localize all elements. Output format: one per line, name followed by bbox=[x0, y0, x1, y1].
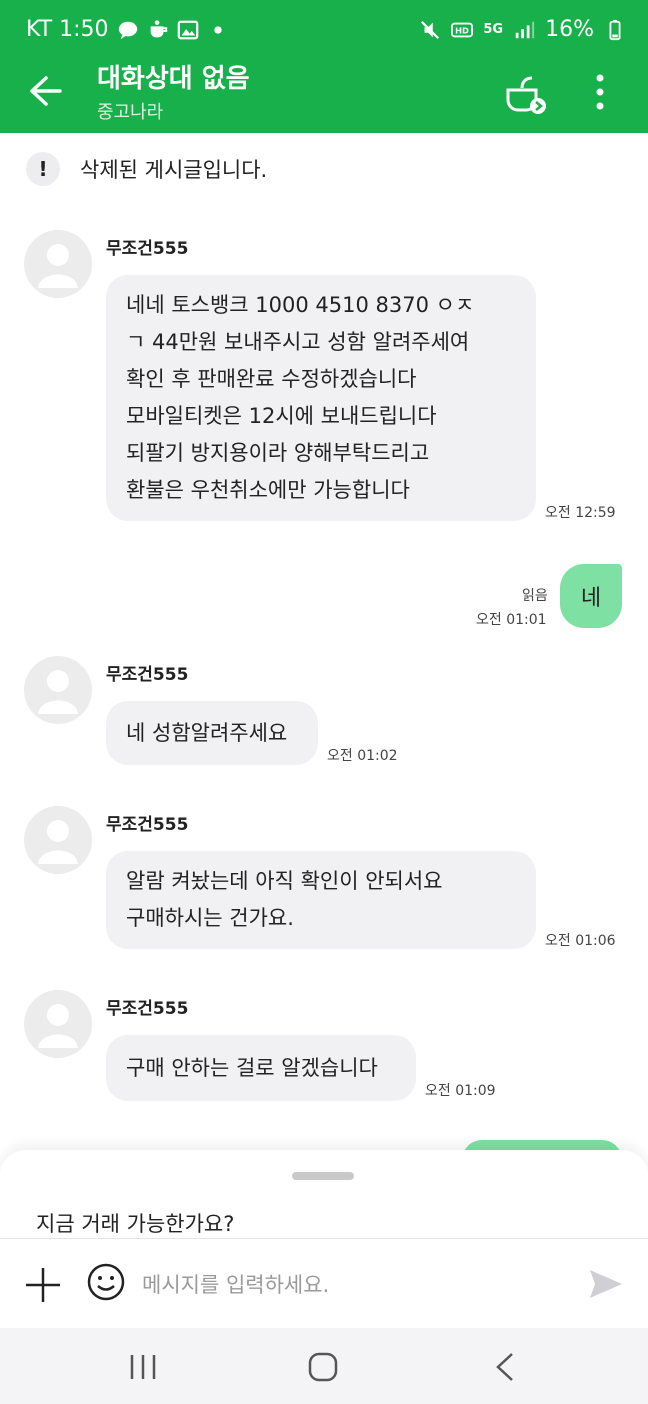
status-time: KT 1:50 bbox=[26, 17, 109, 42]
message-bubble[interactable]: 네 성함알려주세요 bbox=[106, 701, 318, 765]
sheet-drag-handle[interactable] bbox=[292, 1172, 354, 1180]
avatar[interactable] bbox=[24, 806, 92, 874]
back-arrow-icon[interactable] bbox=[26, 72, 64, 110]
message-input[interactable] bbox=[140, 1266, 564, 1304]
system-nav-bar bbox=[0, 1328, 648, 1404]
sender-name: 무조건555 bbox=[106, 815, 189, 835]
deleted-post-notice: ! 삭제된 게시글입니다. bbox=[26, 152, 267, 186]
network-type: 5G bbox=[483, 22, 504, 37]
send-icon[interactable] bbox=[586, 1264, 626, 1304]
person-icon bbox=[38, 1004, 78, 1048]
mute-icon bbox=[421, 20, 440, 39]
chat-subtitle: 중고나라 bbox=[97, 102, 164, 123]
message-time: 오전 12:59 bbox=[545, 505, 616, 521]
exclamation-icon: ! bbox=[26, 152, 60, 186]
message-time: 오전 01:06 bbox=[545, 933, 616, 949]
plus-icon[interactable] bbox=[24, 1266, 62, 1304]
signal-icon bbox=[515, 21, 535, 38]
message-bubble[interactable]: 네네 토스뱅크 1000 4510 8370 ㅇㅈ ㄱ 44만원 보내주시고 성… bbox=[106, 275, 536, 521]
message-time: 오전 01:09 bbox=[425, 1083, 496, 1099]
status-left: KT 1:50 bbox=[26, 17, 229, 42]
cup-notification-icon bbox=[150, 19, 167, 37]
my-message-bubble[interactable]: 네 bbox=[560, 564, 622, 628]
sender-name: 무조건555 bbox=[106, 665, 189, 685]
svg-text:HD: HD bbox=[455, 25, 469, 35]
message-input-row bbox=[0, 1240, 648, 1326]
person-icon bbox=[38, 670, 78, 714]
notice-text: 삭제된 게시글입니다. bbox=[80, 158, 268, 182]
message-bubble[interactable]: 구매 안하는 걸로 알겠습니다 bbox=[106, 1035, 416, 1101]
person-icon bbox=[38, 244, 78, 288]
battery-icon bbox=[609, 19, 621, 40]
app-header-bar: KT 1:50 HD 5G 16% 대화상대 없음 중고나라 bbox=[0, 0, 648, 133]
home-icon[interactable] bbox=[308, 1352, 338, 1382]
status-bar: KT 1:50 HD 5G 16% bbox=[0, 0, 648, 58]
system-back-icon[interactable] bbox=[492, 1352, 518, 1382]
message-bubble[interactable]: 알람 켜놨는데 아직 확인이 안되서요 구매하시는 건가요. bbox=[106, 851, 536, 949]
battery-percent: 16% bbox=[545, 17, 594, 42]
divider bbox=[0, 1238, 648, 1239]
dot-icon bbox=[213, 25, 222, 34]
more-options-icon[interactable] bbox=[585, 72, 615, 112]
emoji-icon[interactable] bbox=[86, 1262, 126, 1302]
chat-title: 대화상대 없음 bbox=[97, 64, 250, 94]
hd-icon: HD bbox=[451, 22, 474, 37]
avatar[interactable] bbox=[24, 990, 92, 1058]
safe-pay-icon[interactable] bbox=[500, 68, 550, 118]
quick-reply-suggestion[interactable]: 지금 거래 가능한가요? bbox=[36, 1208, 234, 1238]
chat-header: 대화상대 없음 중고나라 bbox=[0, 58, 648, 133]
message-time: 오전 01:01 bbox=[476, 612, 547, 628]
status-right: HD 5G 16% bbox=[419, 17, 626, 42]
composer-sheet: 지금 거래 가능한가요? bbox=[0, 1150, 648, 1328]
chat-notification-icon bbox=[118, 21, 137, 39]
avatar[interactable] bbox=[24, 656, 92, 724]
sender-name: 무조건555 bbox=[106, 999, 189, 1019]
message-time: 오전 01:02 bbox=[327, 748, 398, 764]
avatar[interactable] bbox=[24, 230, 92, 298]
read-label: 읽음 bbox=[522, 588, 548, 604]
recent-apps-icon[interactable] bbox=[128, 1355, 158, 1379]
person-icon bbox=[38, 820, 78, 864]
sender-name: 무조건555 bbox=[106, 239, 189, 259]
image-notification-icon bbox=[177, 20, 198, 39]
